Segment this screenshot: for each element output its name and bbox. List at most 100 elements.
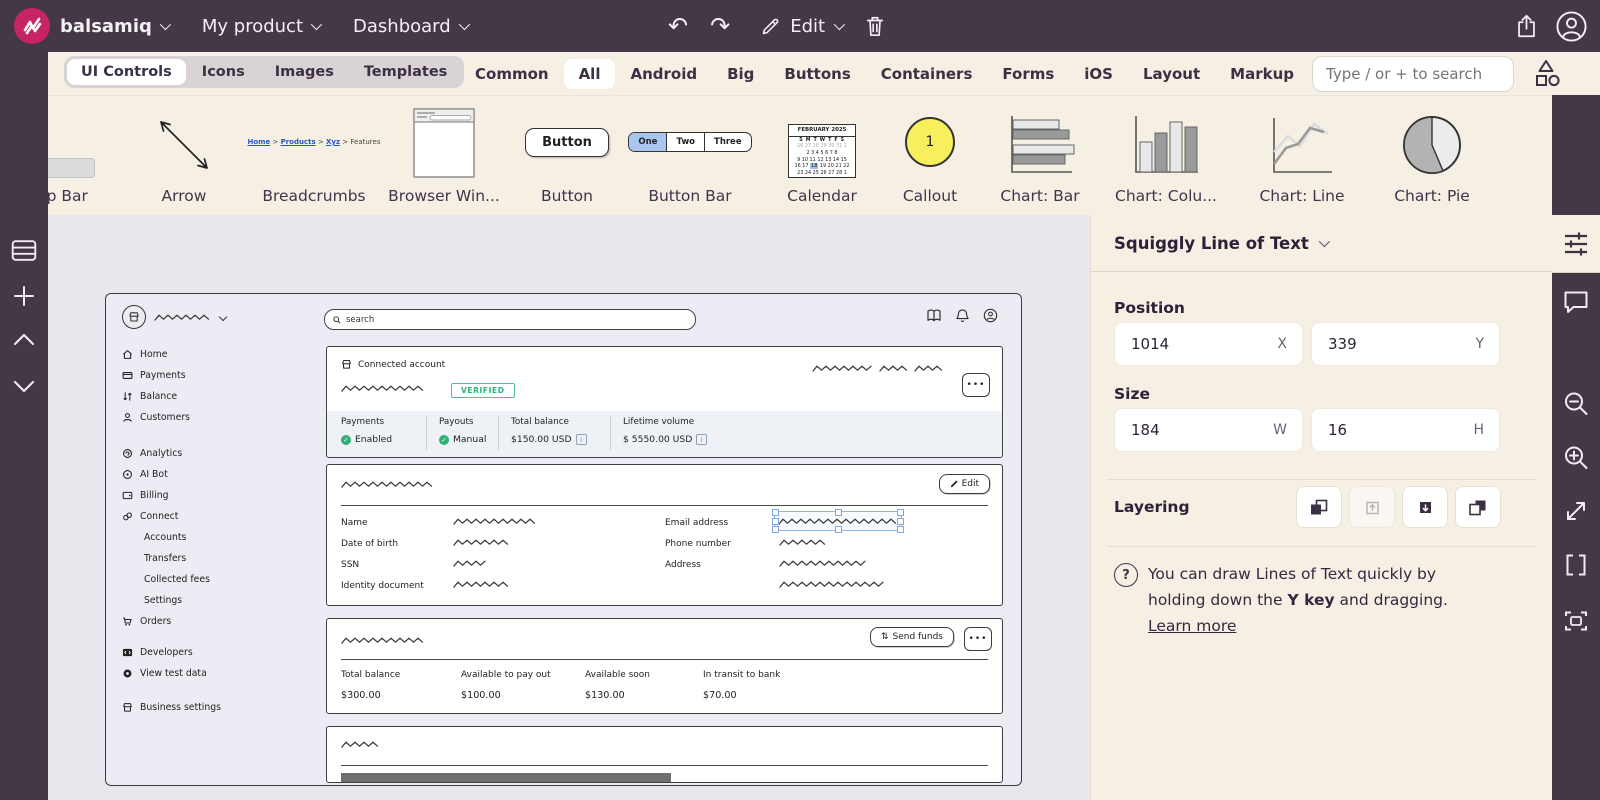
position-x-input[interactable] bbox=[1115, 335, 1261, 353]
mock-nav-connect[interactable]: Connect bbox=[122, 506, 312, 527]
bring-forward-button[interactable] bbox=[1349, 486, 1395, 528]
pages-panel-icon[interactable] bbox=[12, 240, 37, 261]
mock-nav-analytics[interactable]: Analytics bbox=[122, 443, 312, 464]
mock-nav-view-test-data[interactable]: View test data bbox=[122, 663, 312, 684]
balsamiq-logo-icon[interactable] bbox=[14, 8, 50, 44]
category-all[interactable]: All bbox=[564, 59, 616, 89]
properties-header[interactable]: Squiggly Line of Text bbox=[1091, 215, 1553, 272]
category-common[interactable]: Common bbox=[460, 59, 564, 89]
send-backward-button[interactable] bbox=[1402, 486, 1448, 528]
zoom-in-icon[interactable] bbox=[1564, 445, 1589, 470]
component-breadcrumbs[interactable]: Home > Products > Xyz > Features Breadcr… bbox=[249, 105, 379, 205]
mock-connected-account-panel[interactable]: Connected account ••• VERIFIED Payments … bbox=[326, 346, 1003, 458]
send-to-back-button[interactable] bbox=[1455, 486, 1501, 528]
selection-handle[interactable] bbox=[897, 526, 904, 533]
category-markup[interactable]: Markup bbox=[1215, 59, 1309, 89]
redo-icon[interactable]: ↷ bbox=[710, 14, 730, 38]
component-strip: App Bar Arrow Home > Products > Xyz > Fe… bbox=[48, 95, 1552, 215]
category-ios[interactable]: iOS bbox=[1069, 59, 1128, 89]
chevron-down-icon[interactable] bbox=[13, 380, 35, 393]
mock-nav-transfers[interactable]: Transfers bbox=[122, 548, 312, 569]
position-y-input[interactable] bbox=[1312, 335, 1458, 353]
trash-icon[interactable] bbox=[864, 14, 886, 38]
selection-handle[interactable] bbox=[772, 509, 779, 516]
mock-nav-balance[interactable]: Balance bbox=[122, 386, 312, 407]
mock-nav-billing[interactable]: Billing bbox=[122, 485, 312, 506]
mock-nav-payments[interactable]: Payments bbox=[122, 365, 312, 386]
selection-handle[interactable] bbox=[835, 509, 842, 516]
presentation-brackets-icon[interactable] bbox=[1565, 553, 1587, 577]
page-menu[interactable]: Dashboard bbox=[353, 16, 467, 37]
category-forms[interactable]: Forms bbox=[987, 59, 1069, 89]
selection-handle[interactable] bbox=[772, 526, 779, 533]
component-button-bar[interactable]: OneTwoThree Button Bar bbox=[625, 105, 755, 205]
selected-squiggly-line[interactable] bbox=[775, 512, 901, 530]
selection-handle[interactable] bbox=[835, 526, 842, 533]
wireframe-mockup[interactable]: search Home Payments Balance Customers bbox=[105, 293, 1022, 786]
browser-window-thumbnail bbox=[413, 108, 475, 178]
mock-balances-panel[interactable]: ⇅Send funds ••• Total balance Available … bbox=[326, 618, 1003, 714]
selection-handle[interactable] bbox=[897, 518, 904, 525]
mock-nav-collected-fees[interactable]: Collected fees bbox=[122, 569, 312, 590]
category-buttons[interactable]: Buttons bbox=[769, 59, 865, 89]
send-to-back-icon bbox=[1469, 499, 1487, 516]
tab-templates[interactable]: Templates bbox=[350, 59, 461, 85]
project-menu[interactable]: My product bbox=[202, 16, 319, 37]
mock-search-bar[interactable]: search bbox=[324, 309, 696, 330]
edit-button[interactable]: Edit bbox=[939, 474, 990, 494]
mock-nav-home[interactable]: Home bbox=[122, 344, 312, 365]
tab-icons[interactable]: Icons bbox=[188, 59, 259, 85]
share-icon[interactable] bbox=[1514, 13, 1539, 39]
more-options-button[interactable]: ••• bbox=[964, 627, 992, 651]
library-search-input[interactable] bbox=[1313, 65, 1513, 83]
component-chart-line[interactable]: Chart: Line bbox=[1237, 105, 1367, 205]
component-chart-bar[interactable]: Chart: Bar bbox=[975, 105, 1105, 205]
app-menu[interactable]: balsamiq bbox=[60, 16, 168, 37]
edit-mode-menu[interactable]: Edit bbox=[760, 16, 842, 37]
mock-profile-panel[interactable]: Edit Name Date of birth SSN Identity doc… bbox=[326, 464, 1003, 606]
comment-icon[interactable] bbox=[1563, 290, 1589, 314]
chevron-up-icon[interactable] bbox=[13, 333, 35, 346]
account-icon[interactable] bbox=[1555, 10, 1588, 43]
selection-handle[interactable] bbox=[772, 518, 779, 525]
category-containers[interactable]: Containers bbox=[866, 59, 988, 89]
zoom-out-icon[interactable] bbox=[1564, 391, 1589, 416]
component-button[interactable]: Button Button bbox=[502, 105, 632, 205]
size-w-field: W bbox=[1114, 408, 1303, 452]
properties-panel-toggle[interactable] bbox=[1552, 215, 1600, 273]
mock-nav-ai-bot[interactable]: AI Bot bbox=[122, 464, 312, 485]
mock-nav-accounts[interactable]: Accounts bbox=[122, 527, 312, 548]
mock-nav-settings[interactable]: Settings bbox=[122, 590, 312, 611]
component-browser-window[interactable]: Browser Win... bbox=[379, 105, 509, 205]
bring-to-front-button[interactable] bbox=[1296, 486, 1342, 528]
tab-ui-controls[interactable]: UI Controls bbox=[67, 59, 186, 85]
home-icon bbox=[122, 349, 133, 360]
category-layout[interactable]: Layout bbox=[1128, 59, 1215, 89]
tab-images[interactable]: Images bbox=[261, 59, 348, 85]
selection-handle[interactable] bbox=[897, 509, 904, 516]
mock-partial-panel[interactable] bbox=[326, 726, 1003, 783]
send-funds-button[interactable]: ⇅Send funds bbox=[870, 627, 954, 647]
mock-nav-orders[interactable]: Orders bbox=[122, 611, 312, 632]
screenshot-icon[interactable] bbox=[1564, 609, 1588, 633]
chevron-down-icon bbox=[311, 19, 322, 30]
category-big[interactable]: Big bbox=[712, 59, 769, 89]
zoom-to-fit-icon[interactable] bbox=[1564, 499, 1588, 523]
component-chart-pie[interactable]: Chart: Pie bbox=[1367, 105, 1497, 205]
category-android[interactable]: Android bbox=[615, 59, 712, 89]
size-h-input[interactable] bbox=[1312, 421, 1458, 439]
component-arrow[interactable]: Arrow bbox=[119, 105, 249, 205]
mock-nav-customers[interactable]: Customers bbox=[122, 407, 312, 428]
mock-header-icons[interactable] bbox=[926, 308, 998, 323]
mock-nav-developers[interactable]: Developers bbox=[122, 642, 312, 663]
add-page-icon[interactable] bbox=[13, 285, 35, 307]
more-options-button[interactable]: ••• bbox=[962, 373, 990, 397]
editor-canvas[interactable]: search Home Payments Balance Customers bbox=[48, 215, 1090, 800]
mock-nav-business-settings[interactable]: Business settings bbox=[122, 697, 312, 718]
learn-more-link[interactable]: Learn more bbox=[1148, 617, 1236, 635]
undo-icon[interactable]: ↶ bbox=[668, 14, 688, 38]
shapes-library-icon[interactable] bbox=[1530, 58, 1562, 88]
component-chart-column[interactable]: Chart: Colu... bbox=[1101, 105, 1231, 205]
size-w-input[interactable] bbox=[1115, 421, 1261, 439]
mock-logo[interactable] bbox=[122, 305, 226, 329]
